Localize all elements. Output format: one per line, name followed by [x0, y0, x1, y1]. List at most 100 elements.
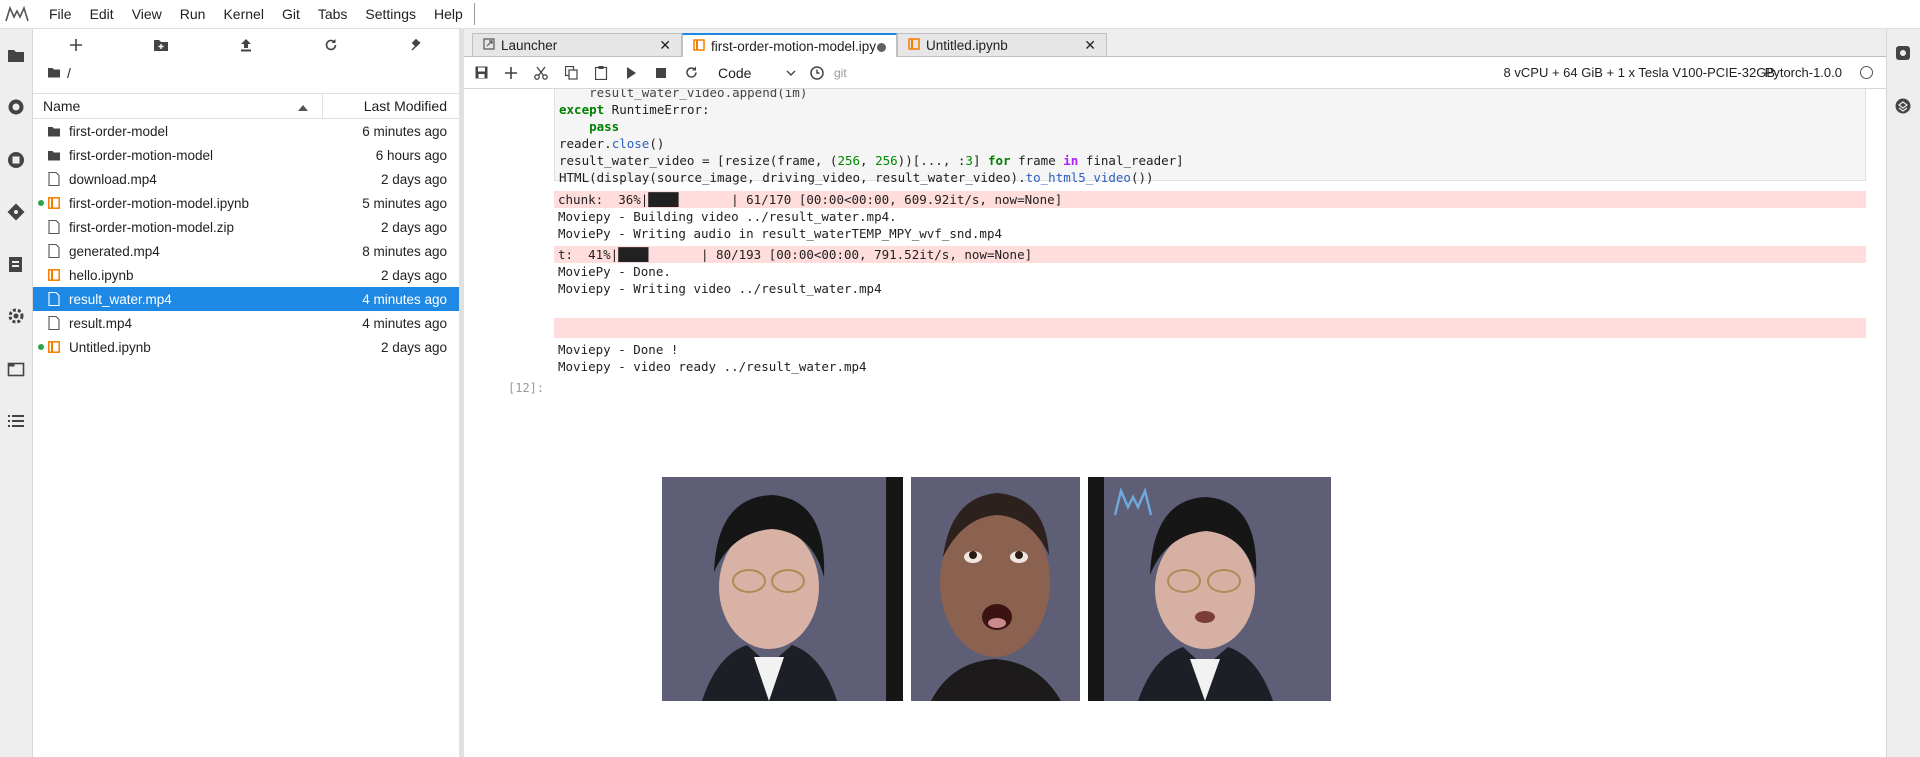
gear-icon[interactable]: [6, 306, 26, 326]
tab-label: first-order-motion-model.ipynb: [711, 38, 876, 54]
stderr-empty: [554, 318, 1866, 338]
cut-button[interactable]: [526, 58, 556, 88]
close-icon[interactable]: ✕: [659, 37, 671, 54]
driving-video-frame: [911, 477, 1080, 701]
toc-icon[interactable]: [6, 411, 26, 431]
tab-launcher[interactable]: Launcher ✕: [472, 33, 682, 56]
list-item[interactable]: Untitled.ipynb 2 days ago: [33, 335, 459, 359]
menu-tabs[interactable]: Tabs: [309, 0, 357, 28]
breadcrumb-root[interactable]: /: [67, 65, 71, 81]
file-name: hello.ipynb: [69, 267, 134, 283]
menu-settings[interactable]: Settings: [356, 0, 425, 28]
sort-up-icon: [298, 98, 308, 114]
cell-type-select[interactable]: Code: [718, 65, 788, 81]
unsaved-dot-icon[interactable]: [877, 43, 886, 52]
kernel-status-icon: [1860, 66, 1873, 79]
list-item[interactable]: hello.ipynb 2 days ago: [33, 263, 459, 287]
list-item[interactable]: first-order-model 6 minutes ago: [33, 119, 459, 143]
notebook-icon: [908, 37, 920, 53]
resource-info: 8 vCPU + 64 GiB + 1 x Tesla V100-PCIE-32…: [1503, 65, 1775, 80]
code-editor[interactable]: result_water_video.append(im) except Run…: [559, 89, 1184, 186]
list-item[interactable]: download.mp4 2 days ago: [33, 167, 459, 191]
stderr-t-progress: t: 41%|████ | 80/193 [00:00<00:00, 791.5…: [554, 246, 1866, 263]
output-done: Moviepy - Done !: [558, 342, 679, 357]
notebook-icon: [693, 38, 705, 54]
stop-icon[interactable]: [6, 150, 26, 170]
run-button[interactable]: [616, 58, 646, 88]
output-writing-video: Moviepy - Writing video ../result_water.…: [558, 281, 882, 296]
file-icon: [47, 292, 61, 306]
input-prompt: [12]:: [508, 381, 545, 395]
new-launcher-button[interactable]: [33, 29, 118, 61]
file-modified: 5 minutes ago: [362, 195, 447, 211]
tab-first-order-motion-model[interactable]: first-order-motion-model.ipynb: [682, 33, 897, 57]
command-palette-icon[interactable]: [6, 254, 26, 274]
file-name: result_water.mp4: [69, 291, 172, 307]
file-list-header: Name Last Modified: [33, 93, 459, 119]
chevron-down-icon[interactable]: [786, 64, 796, 82]
tab-untitled[interactable]: Untitled.ipynb ✕: [897, 33, 1107, 56]
list-item[interactable]: generated.mp4 8 minutes ago: [33, 239, 459, 263]
insert-cell-button[interactable]: [496, 58, 526, 88]
left-activity-bar: [0, 29, 33, 757]
tab-label: Untitled.ipynb: [926, 37, 1008, 53]
menu-kernel[interactable]: Kernel: [214, 0, 272, 28]
tabs-icon[interactable]: [6, 359, 26, 379]
launcher-icon: [483, 37, 495, 53]
restart-kernel-button[interactable]: [676, 58, 706, 88]
property-inspector-icon[interactable]: [1893, 43, 1913, 63]
menu-view[interactable]: View: [123, 0, 171, 28]
jupyter-logo-icon: [2, 0, 32, 28]
code-cell[interactable]: result_water_video.append(im) except Run…: [554, 89, 1866, 185]
file-list: first-order-model 6 minutes ago first-orde…: [33, 119, 459, 359]
file-name: first-order-motion-model.zip: [69, 219, 235, 235]
menu-git[interactable]: Git: [273, 0, 309, 28]
folder-icon[interactable]: [47, 65, 61, 81]
notebook-panel[interactable]: result_water_video.append(im) except Run…: [464, 89, 1887, 757]
running-icon[interactable]: [6, 97, 26, 117]
list-item[interactable]: result.mp4 4 minutes ago: [33, 311, 459, 335]
list-item[interactable]: first-order-motion-model.zip 2 days ago: [33, 215, 459, 239]
git-icon[interactable]: [6, 202, 26, 222]
list-item[interactable]: result_water.mp4 4 minutes ago: [33, 287, 459, 311]
kernel-name[interactable]: Pytorch-1.0.0: [1765, 65, 1842, 80]
result-video-frame: [1088, 477, 1331, 701]
file-modified: 4 minutes ago: [362, 291, 447, 307]
stop-kernel-button[interactable]: [646, 58, 676, 88]
menu-edit[interactable]: Edit: [81, 0, 123, 28]
modified-column-header[interactable]: Last Modified: [323, 98, 459, 114]
paste-button[interactable]: [586, 58, 616, 88]
debugger-icon[interactable]: [1893, 96, 1913, 116]
copy-button[interactable]: [556, 58, 586, 88]
new-folder-button[interactable]: [118, 29, 203, 61]
file-name: first-order-model: [69, 123, 169, 139]
list-item[interactable]: first-order-motion-model 6 hours ago: [33, 143, 459, 167]
right-side-bar: [1886, 29, 1920, 757]
menubar: File Edit View Run Kernel Git Tabs Setti…: [0, 0, 1920, 29]
menu-file[interactable]: File: [40, 0, 81, 28]
folder-icon: [47, 148, 61, 162]
menu-run[interactable]: Run: [171, 0, 215, 28]
upload-button[interactable]: [203, 29, 288, 61]
output-writing-audio: MoviePy - Writing audio in result_waterT…: [558, 226, 1003, 241]
file-modified: 8 minutes ago: [362, 243, 447, 259]
name-column-header[interactable]: Name: [33, 94, 323, 118]
source-image-frame: [662, 477, 903, 701]
folder-icon[interactable]: [6, 45, 26, 65]
clock-icon[interactable]: [802, 58, 832, 88]
list-item[interactable]: first-order-motion-model.ipynb 5 minutes …: [33, 191, 459, 215]
git-clone-button[interactable]: [373, 29, 458, 61]
cell-type-value: Code: [718, 64, 752, 81]
save-button[interactable]: [466, 58, 496, 88]
close-icon[interactable]: ✕: [1084, 37, 1096, 54]
git-label[interactable]: git: [834, 66, 847, 80]
file-modified: 2 days ago: [380, 339, 447, 355]
output-building: Moviepy - Building video ../result_water…: [558, 209, 897, 224]
file-icon: [47, 244, 61, 258]
file-modified: 6 minutes ago: [362, 123, 447, 139]
output-moviepy-done: MoviePy - Done.: [558, 264, 671, 279]
refresh-button[interactable]: [288, 29, 373, 61]
notebook-icon: [47, 268, 61, 282]
menu-help[interactable]: Help: [425, 0, 472, 28]
file-name: first-order-motion-model.ipynb: [69, 195, 250, 211]
